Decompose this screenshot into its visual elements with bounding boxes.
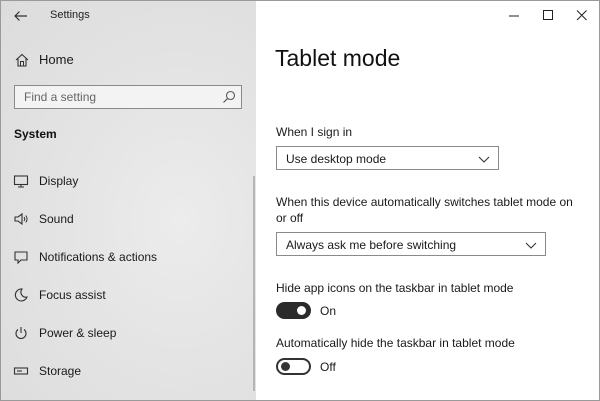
sidebar-item-label: Power & sleep xyxy=(39,326,117,340)
sidebar-scrollbar[interactable] xyxy=(253,176,255,391)
auto-switch-label: When this device automatically switches … xyxy=(276,195,573,225)
sidebar-item-focus-assist[interactable]: Focus assist xyxy=(1,280,256,310)
minimize-button[interactable] xyxy=(497,1,531,31)
section-label-system: System xyxy=(14,127,57,141)
sidebar-item-sound[interactable]: Sound xyxy=(1,204,256,234)
auto-switch-dropdown-value: Always ask me before switching xyxy=(286,238,457,252)
sidebar: Settings Home System Display xyxy=(1,1,256,400)
moon-icon xyxy=(14,288,28,302)
back-button[interactable] xyxy=(11,7,31,25)
sidebar-item-power-sleep[interactable]: Power & sleep xyxy=(1,318,256,348)
sidebar-item-label: Storage xyxy=(39,364,82,378)
maximize-button[interactable] xyxy=(531,1,565,31)
notification-icon xyxy=(14,251,28,265)
app-title: Settings xyxy=(50,9,90,21)
chevron-down-icon xyxy=(525,242,537,249)
sidebar-item-storage[interactable]: Storage xyxy=(1,356,256,386)
toggle-knob xyxy=(297,306,306,315)
sidebar-item-label: Sound xyxy=(39,212,74,226)
sign-in-label: When I sign in xyxy=(276,125,353,139)
chevron-down-icon xyxy=(478,156,490,163)
auto-switch-dropdown[interactable]: Always ask me before switching xyxy=(276,232,546,256)
main-content: Tablet mode When I sign in Use desktop m… xyxy=(256,1,599,400)
sidebar-item-notifications[interactable]: Notifications & actions xyxy=(1,242,256,272)
page-title: Tablet mode xyxy=(275,45,401,71)
back-arrow-icon xyxy=(14,11,27,21)
sidebar-item-display[interactable]: Display xyxy=(1,166,256,196)
speaker-icon xyxy=(14,212,28,226)
home-icon xyxy=(15,53,29,67)
hide-icons-state: On xyxy=(320,304,337,318)
hide-icons-label: Hide app icons on the taskbar in tablet … xyxy=(276,281,514,295)
hide-taskbar-label: Automatically hide the taskbar in tablet… xyxy=(276,336,515,350)
power-icon xyxy=(15,327,27,340)
maximize-icon xyxy=(543,10,553,20)
sidebar-item-label: Display xyxy=(39,174,79,188)
search-box[interactable] xyxy=(14,85,242,109)
hide-icons-toggle[interactable] xyxy=(276,302,311,319)
hide-taskbar-toggle[interactable] xyxy=(276,358,311,375)
sidebar-item-home[interactable]: Home xyxy=(1,47,256,73)
sidebar-item-label: Focus assist xyxy=(39,288,106,302)
search-input[interactable] xyxy=(15,86,224,108)
search-icon[interactable] xyxy=(222,90,236,104)
sign-in-dropdown[interactable]: Use desktop mode xyxy=(276,146,499,170)
toggle-knob xyxy=(281,362,290,371)
title-bar: Settings xyxy=(1,1,256,31)
hide-taskbar-state: Off xyxy=(320,360,336,374)
minimize-icon xyxy=(509,15,519,17)
sidebar-item-label: Notifications & actions xyxy=(39,250,158,264)
close-button[interactable] xyxy=(565,1,599,31)
display-icon xyxy=(13,175,29,188)
settings-window: Settings Home System Display xyxy=(0,0,600,401)
close-icon xyxy=(576,10,587,21)
home-label: Home xyxy=(39,52,74,67)
storage-icon xyxy=(13,367,29,375)
sign-in-dropdown-value: Use desktop mode xyxy=(286,152,387,166)
